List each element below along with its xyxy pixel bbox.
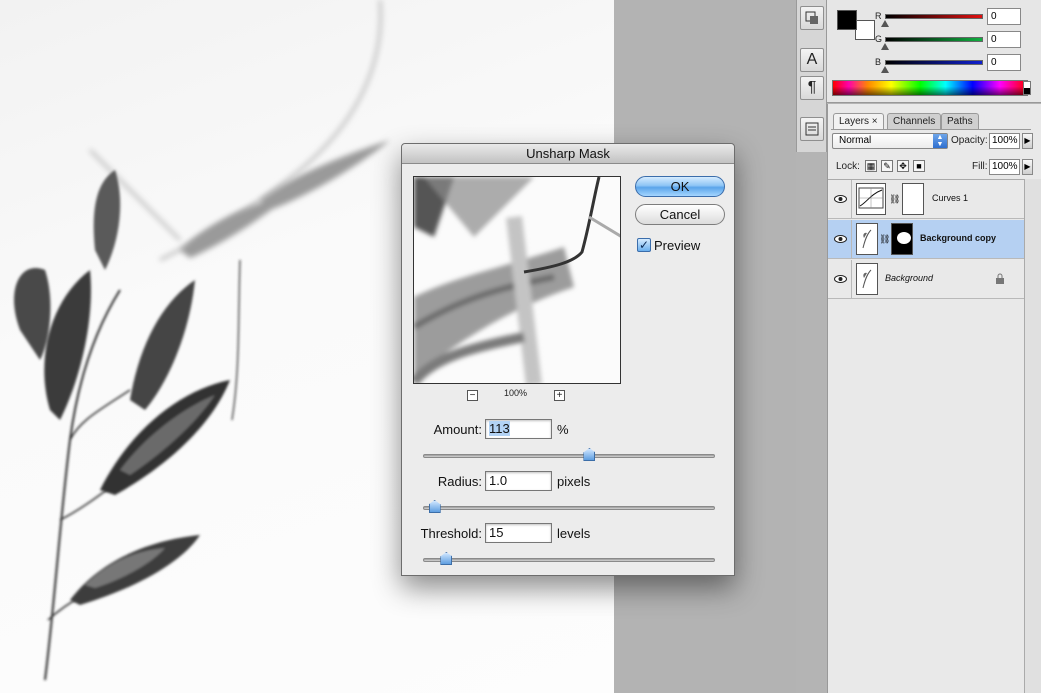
layer-thumbnail[interactable]: [856, 263, 878, 295]
curves-adjustment-icon: [856, 183, 886, 215]
green-slider-thumb[interactable]: [881, 43, 889, 50]
character-icon[interactable]: A: [800, 48, 824, 72]
tool-presets-icon[interactable]: [800, 6, 824, 30]
foreground-color-swatch[interactable]: [837, 10, 857, 30]
layer-name-curves-1: Curves 1: [932, 193, 969, 203]
amount-unit: %: [557, 422, 569, 437]
eye-column-divider: [851, 260, 852, 299]
preview-checkbox[interactable]: ✓: [637, 238, 651, 252]
cancel-button[interactable]: Cancel: [635, 204, 725, 225]
zoom-level: 100%: [504, 388, 528, 398]
chain-link-icon[interactable]: ⛓: [879, 234, 890, 245]
updown-arrows-icon: ▲ ▼: [933, 134, 947, 148]
layer-name-background-copy: Background copy: [920, 233, 997, 243]
opacity-label: Opacity:: [951, 135, 988, 146]
eye-column-divider: [851, 220, 852, 259]
chain-link-icon[interactable]: ⛓: [889, 194, 900, 205]
amount-field[interactable]: 113: [485, 419, 552, 439]
radius-slider-thumb[interactable]: [428, 500, 441, 513]
layer-thumbnail[interactable]: [856, 223, 878, 255]
tab-layers[interactable]: Layers ×: [833, 113, 884, 129]
preview-image: [414, 177, 620, 383]
black-white-chip[interactable]: [1023, 81, 1031, 95]
tab-paths-label: Paths: [947, 116, 973, 127]
green-value-field[interactable]: 0: [987, 31, 1021, 48]
opacity-arrow-button[interactable]: ▶: [1022, 133, 1033, 149]
green-slider[interactable]: [885, 37, 983, 42]
blue-slider[interactable]: [885, 60, 983, 65]
lock-icon: [996, 273, 1004, 284]
layer-row-curves-1[interactable]: ⛓ Curves 1: [828, 180, 1024, 219]
filter-preview-pane[interactable]: [413, 176, 621, 384]
unsharp-mask-dialog: Unsharp Mask − 100% + OK Cancel ✓ Previe…: [401, 143, 735, 576]
lock-all-icon[interactable]: ■: [913, 160, 925, 172]
ok-button[interactable]: OK: [635, 176, 725, 197]
panel-dock-strip: A ¶: [796, 0, 827, 152]
visibility-eye-icon[interactable]: [834, 273, 847, 285]
tab-divider: [831, 129, 1031, 130]
preview-label[interactable]: Preview: [654, 238, 700, 253]
visibility-eye-icon[interactable]: [834, 233, 847, 245]
amount-slider-track[interactable]: [423, 454, 715, 458]
color-spectrum-bar[interactable]: [832, 80, 1028, 96]
blue-value-field[interactable]: 0: [987, 54, 1021, 71]
eye-column-divider: [851, 180, 852, 219]
radius-slider-track[interactable]: [423, 506, 715, 510]
zoom-in-button[interactable]: +: [554, 390, 565, 401]
red-value-field[interactable]: 0: [987, 8, 1021, 25]
navigator-icon[interactable]: [800, 117, 824, 141]
tab-channels[interactable]: Channels: [887, 113, 942, 129]
amount-slider-thumb[interactable]: [583, 448, 596, 461]
color-panel: R 0 G 0 B 0: [827, 0, 1041, 103]
red-slider-thumb[interactable]: [881, 20, 889, 27]
threshold-field[interactable]: 15: [485, 523, 552, 543]
close-tab-icon[interactable]: ×: [872, 116, 878, 127]
layer-row-background[interactable]: Background: [828, 260, 1024, 299]
red-slider[interactable]: [885, 14, 983, 19]
radius-field[interactable]: 1.0: [485, 471, 552, 491]
tab-layers-label: Layers: [839, 116, 870, 127]
blend-mode-value: Normal: [839, 135, 872, 146]
layer-name-background: Background: [885, 273, 934, 283]
blend-mode-select[interactable]: Normal ▲ ▼: [832, 133, 948, 149]
layer-mask-thumbnail[interactable]: [891, 223, 913, 255]
blue-slider-thumb[interactable]: [881, 66, 889, 73]
amount-value: 113: [489, 421, 510, 436]
opacity-field[interactable]: 100%: [989, 133, 1020, 149]
layer-row-background-copy[interactable]: ⛓ Background copy: [828, 220, 1024, 259]
layers-panel: Layers × Channels Paths Normal ▲ ▼ Opacit…: [827, 104, 1041, 693]
layer-mask-thumbnail[interactable]: [902, 183, 924, 215]
fill-label: Fill:: [972, 161, 988, 172]
radius-label: Radius:: [437, 474, 482, 489]
tab-channels-label: Channels: [893, 116, 936, 127]
lock-transparent-icon[interactable]: ▦: [865, 160, 877, 172]
layers-scrollbar[interactable]: [1024, 179, 1041, 693]
lock-image-icon[interactable]: ✎: [881, 160, 893, 172]
lock-label: Lock:: [836, 161, 860, 172]
threshold-label: Threshold:: [420, 526, 482, 541]
visibility-eye-icon[interactable]: [834, 193, 847, 205]
zoom-out-button[interactable]: −: [467, 390, 478, 401]
paragraph-icon[interactable]: ¶: [800, 76, 824, 100]
background-color-swatch[interactable]: [855, 20, 875, 40]
dialog-title[interactable]: Unsharp Mask: [402, 144, 734, 164]
fill-field[interactable]: 100%: [989, 159, 1020, 175]
threshold-slider-track[interactable]: [423, 558, 715, 562]
fill-arrow-button[interactable]: ▶: [1022, 159, 1033, 175]
threshold-slider-thumb[interactable]: [440, 552, 453, 565]
tab-paths[interactable]: Paths: [941, 113, 979, 129]
radius-unit: pixels: [557, 474, 591, 489]
amount-label: Amount:: [433, 422, 482, 437]
threshold-unit: levels: [557, 526, 591, 541]
character-glyph: A: [806, 51, 818, 68]
lock-position-icon[interactable]: ✥: [897, 160, 909, 172]
paragraph-glyph: ¶: [807, 79, 817, 96]
